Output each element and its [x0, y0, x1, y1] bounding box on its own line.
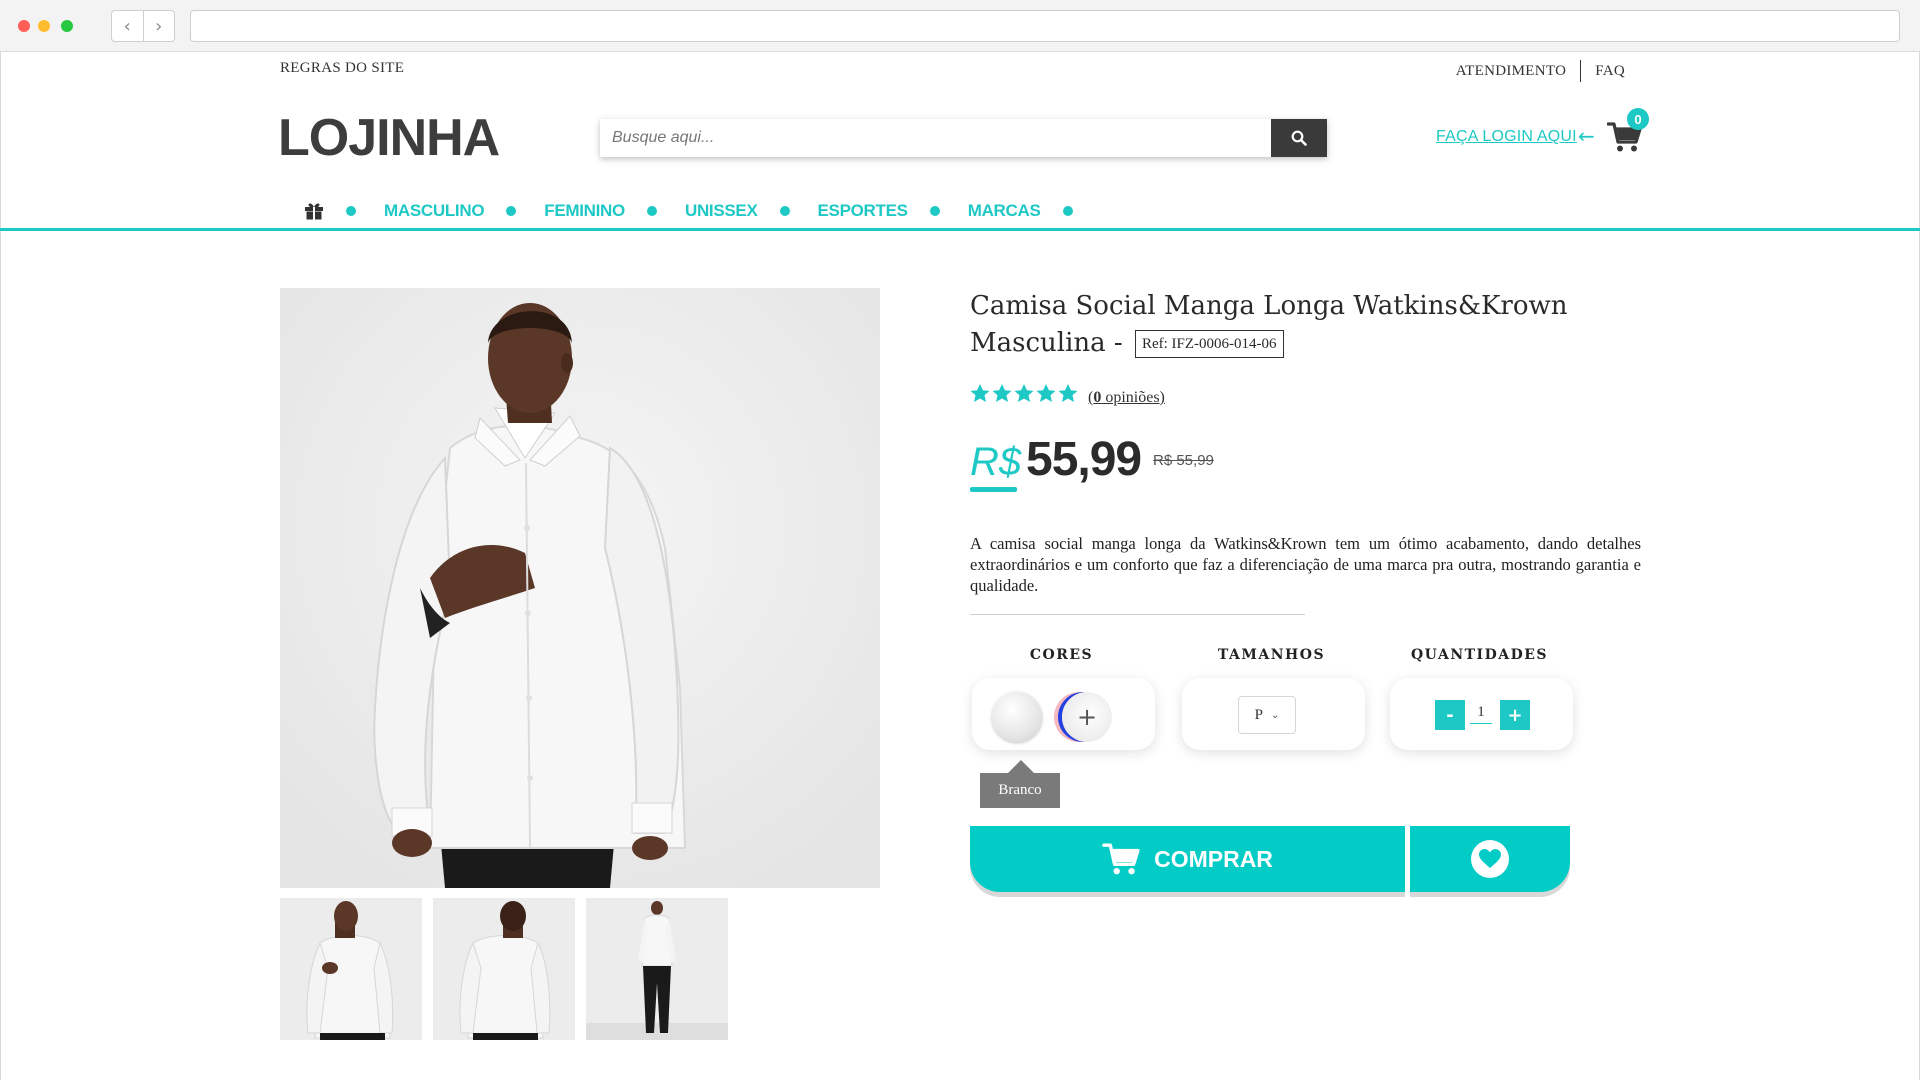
maximize-window-icon[interactable]: [61, 20, 73, 32]
product-thumbnail[interactable]: [280, 898, 422, 1040]
price-currency: R$: [970, 440, 1022, 484]
currency-underline: [970, 487, 1017, 492]
thumbnail-back-photo: [433, 898, 575, 1040]
search-bar: [600, 119, 1327, 157]
faq-link[interactable]: FAQ: [1595, 63, 1625, 80]
nav-item-masculino[interactable]: MASCULINO: [384, 201, 485, 221]
tooltip-arrow: [1008, 760, 1034, 773]
product-price: 55,99: [1026, 433, 1142, 486]
product-description: A camisa social manga longa da Watkins&K…: [970, 534, 1641, 595]
favorite-circle: [1471, 840, 1509, 878]
nav-bullet: [779, 206, 790, 216]
heart-icon: [1479, 849, 1501, 868]
model-photo: [280, 288, 880, 888]
star-icon: [1036, 384, 1056, 402]
category-nav: MASCULINO FEMININO UNISSEX ESPORTES MARC…: [304, 198, 1073, 224]
color-selector: +: [972, 678, 1155, 750]
back-arrow-icon[interactable]: ‹: [112, 11, 144, 41]
sizes-label: TAMANHOS: [1217, 647, 1326, 663]
product-main-image[interactable]: [280, 288, 880, 888]
arrow-left-icon: ←: [1578, 124, 1595, 148]
address-bar[interactable]: [190, 10, 1900, 42]
product-thumbnail[interactable]: [586, 898, 728, 1040]
more-colors-button[interactable]: +: [1062, 692, 1112, 742]
quantity-increase-button[interactable]: +: [1500, 700, 1530, 730]
star-icon: [1014, 384, 1034, 402]
star-icon: [992, 384, 1012, 402]
nav-item-unissex[interactable]: UNISSEX: [685, 201, 758, 221]
quantity-selector: - 1 +: [1390, 678, 1573, 750]
quantity-label: QUANTIDADES: [1410, 647, 1549, 663]
cart-count-badge: 0: [1627, 108, 1649, 130]
color-tooltip: Branco: [980, 773, 1060, 808]
site-logo[interactable]: LOJINHA: [278, 108, 500, 168]
buy-button[interactable]: COMPRAR: [970, 826, 1405, 892]
thumbnail-full-body-photo: [586, 898, 728, 1040]
quantity-decrease-button[interactable]: -: [1435, 700, 1465, 730]
site-rules-link[interactable]: REGRAS DO SITE: [280, 60, 404, 77]
old-price: R$ 55,99: [1153, 452, 1214, 469]
product-ref-badge: Ref: IFZ-0006-014-06: [1134, 330, 1284, 358]
utility-links: ATENDIMENTO FAQ: [1456, 60, 1625, 82]
reviews-label: opiniões: [1101, 389, 1160, 406]
chevron-down-icon: ⌄: [1270, 709, 1280, 721]
window-border-left: [0, 52, 1, 1080]
rating-stars[interactable]: [970, 384, 1080, 403]
nav-bullet: [346, 206, 356, 216]
search-icon: [1291, 130, 1307, 146]
nav-item-esportes[interactable]: ESPORTES: [818, 201, 908, 221]
size-selector: P ⌄: [1182, 678, 1365, 750]
nav-item-marcas[interactable]: MARCAS: [968, 201, 1041, 221]
minimize-window-icon[interactable]: [38, 20, 50, 32]
size-dropdown[interactable]: P ⌄: [1238, 696, 1296, 734]
nav-item-feminino[interactable]: FEMININO: [544, 201, 625, 221]
nav-bullet: [506, 206, 517, 216]
product-thumbnail[interactable]: [433, 898, 575, 1040]
size-dropdown-value: P: [1254, 706, 1263, 723]
nav-underline: [0, 228, 1920, 231]
star-icon: [970, 384, 990, 402]
gift-icon[interactable]: [304, 202, 324, 220]
nav-bullet: [1062, 206, 1073, 216]
quantity-input[interactable]: 1: [1470, 704, 1492, 724]
description-divider: [970, 614, 1305, 615]
close-window-icon[interactable]: [18, 20, 30, 32]
forward-arrow-icon[interactable]: ›: [144, 11, 175, 41]
utility-divider: [1580, 60, 1582, 82]
browser-toolbar: ‹ ›: [0, 0, 1920, 52]
search-input[interactable]: [600, 119, 1271, 157]
support-link[interactable]: ATENDIMENTO: [1456, 63, 1567, 80]
product-title: Camisa Social Manga Longa Watkins&Krown …: [970, 288, 1590, 362]
favorite-button[interactable]: [1410, 826, 1570, 892]
login-link[interactable]: FAÇA LOGIN AQUI: [1436, 128, 1577, 146]
cart-icon: [1102, 843, 1140, 875]
browser-nav-buttons: ‹ ›: [111, 10, 175, 42]
reviews-link[interactable]: (0 opiniões): [1088, 389, 1165, 407]
utility-bar: REGRAS DO SITE ATENDIMENTO FAQ: [280, 58, 1625, 82]
thumbnail-front-photo: [280, 898, 422, 1040]
star-icon: [1058, 384, 1078, 402]
nav-bullet: [646, 206, 657, 216]
nav-bullet: [929, 206, 940, 216]
search-button[interactable]: [1271, 119, 1327, 157]
color-swatch-white[interactable]: [992, 692, 1042, 742]
colors-label: CORES: [1029, 647, 1094, 663]
buy-button-label: COMPRAR: [1154, 845, 1273, 872]
